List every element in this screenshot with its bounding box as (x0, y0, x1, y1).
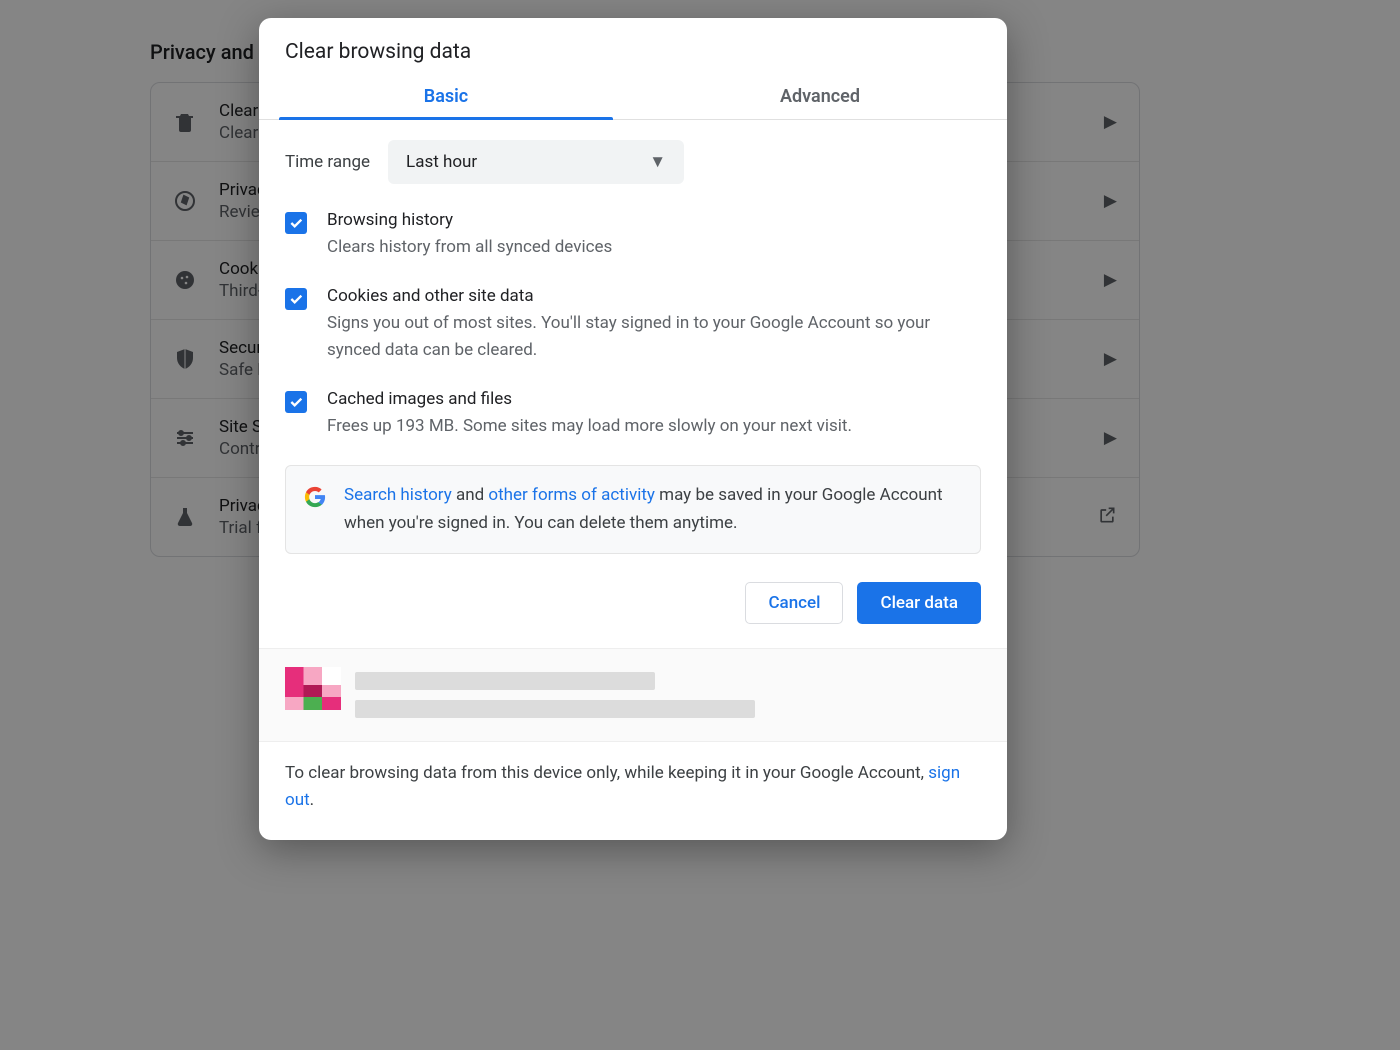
google-account-info: Search history and other forms of activi… (285, 465, 981, 553)
checkbox-cache[interactable] (285, 391, 307, 413)
item-subtitle: Signs you out of most sites. You'll stay… (327, 310, 981, 363)
clear-browsing-data-dialog: Clear browsing data Basic Advanced Time … (259, 18, 1007, 840)
item-title: Cached images and files (327, 389, 852, 409)
dialog-tabs: Basic Advanced (259, 72, 1007, 120)
item-title: Browsing history (327, 210, 612, 230)
tab-advanced[interactable]: Advanced (633, 72, 1007, 119)
cancel-button[interactable]: Cancel (745, 582, 843, 624)
time-range-value: Last hour (406, 152, 477, 172)
checkbox-browsing-history[interactable] (285, 212, 307, 234)
link-search-history[interactable]: Search history (344, 485, 452, 505)
checkbox-cookies[interactable] (285, 288, 307, 310)
redacted-text (355, 700, 755, 718)
dialog-title: Clear browsing data (259, 18, 1007, 72)
chevron-down-icon: ▼ (649, 152, 666, 172)
tab-basic[interactable]: Basic (259, 72, 633, 119)
profile-strip (259, 648, 1007, 741)
time-range-select[interactable]: Last hour ▼ (388, 140, 684, 184)
time-range-label: Time range (285, 152, 370, 172)
footer-note: To clear browsing data from this device … (259, 741, 1007, 840)
item-subtitle: Clears history from all synced devices (327, 234, 612, 260)
avatar (285, 667, 341, 723)
item-title: Cookies and other site data (327, 286, 981, 306)
clear-data-button[interactable]: Clear data (857, 582, 981, 624)
link-other-activity[interactable]: other forms of activity (488, 485, 655, 505)
item-subtitle: Frees up 193 MB. Some sites may load mor… (327, 413, 852, 439)
info-text: Search history and other forms of activi… (344, 482, 962, 536)
redacted-text (355, 672, 655, 690)
google-icon (304, 486, 326, 508)
